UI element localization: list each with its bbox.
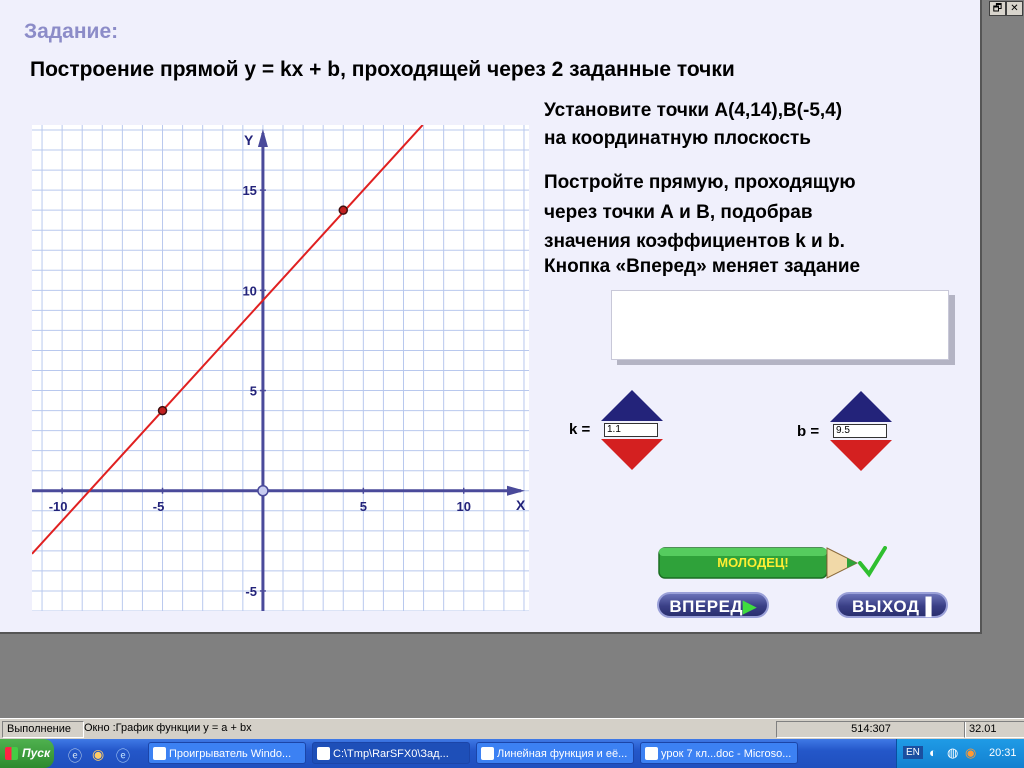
forward-button-label: ВПЕРЕД (669, 597, 744, 616)
clock: 20:31 (989, 747, 1017, 759)
browser-icon[interactable]: ⓔ (116, 746, 130, 766)
app-icon (317, 747, 330, 760)
forward-button[interactable]: ВПЕРЕД▶ (657, 592, 769, 618)
task-title: Построение прямой y = kx + b, проходящей… (30, 58, 735, 81)
task-label: Проигрыватель Windo... (169, 748, 292, 760)
status-mode: Выполнение (2, 721, 84, 738)
arrow-right-icon: ▶ (743, 597, 757, 616)
instruction-line-1: Установите точки А(4,14),В(-5,4) (544, 100, 843, 121)
k-increase-button[interactable] (601, 390, 663, 421)
checkmark-icon (858, 546, 887, 578)
origin-marker[interactable] (257, 485, 269, 497)
y-tick-label: 15 (242, 183, 256, 198)
task-label: Линейная функция и её... (497, 748, 628, 760)
volume-icon[interactable]: ◐ (929, 745, 937, 760)
restore-button[interactable]: 🗗 (989, 1, 1006, 16)
task-label: Задание: (24, 20, 119, 43)
start-button[interactable]: Пуск (0, 739, 54, 768)
pencil-text: МОЛОДЕЦ! (717, 555, 788, 570)
x-tick-label: 10 (457, 499, 471, 514)
k-input[interactable] (604, 423, 658, 437)
status-version: 32.01 (964, 721, 1024, 738)
media-player-icon (153, 747, 166, 760)
grid (32, 125, 529, 611)
internet-explorer-icon[interactable]: ⓔ (68, 746, 82, 766)
exit-button[interactable]: ВЫХОД▐ (836, 592, 948, 618)
antivirus-icon[interactable]: ◉ (965, 745, 976, 761)
points[interactable] (157, 205, 349, 497)
network-icon[interactable]: ◍ (947, 745, 958, 761)
instruction-line-2: на координатную плоскость (544, 128, 811, 149)
taskbar: Пуск ⓔ ◉ ⓔ Проигрыватель Windo... C:\Tmp… (0, 739, 1024, 768)
b-input[interactable] (833, 424, 887, 438)
y-tick-label: 5 (250, 384, 257, 399)
word-icon (645, 747, 658, 760)
y-axis-label: Y (244, 132, 254, 148)
y-axis-arrow-icon (257, 129, 268, 147)
task-tmp-folder[interactable]: C:\Tmp\RarSFX0\Зад... (312, 742, 470, 764)
status-bar: Выполнение Окно :График функции y = a + … (0, 718, 1024, 739)
y-tick-label: 10 (242, 283, 256, 298)
exit-button-label: ВЫХОД (852, 597, 920, 616)
x-axis-label: X (516, 497, 526, 513)
plotted-point[interactable] (157, 405, 168, 416)
k-decrease-button[interactable] (601, 439, 663, 470)
task-word-doc-1[interactable]: Линейная функция и её... (476, 742, 634, 764)
axes (32, 129, 525, 611)
application-window: Задание: Построение прямой y = kx + b, п… (0, 0, 982, 634)
b-label: b = (797, 423, 820, 440)
language-indicator[interactable]: EN (903, 746, 923, 759)
task-media-player[interactable]: Проигрыватель Windo... (148, 742, 306, 764)
b-decrease-button[interactable] (830, 440, 892, 471)
door-icon: ▐ (919, 597, 932, 616)
y-tick-label: -5 (245, 584, 257, 599)
status-coords: 514:307 (776, 721, 966, 738)
system-tray: EN ◐ ◍ ◉ 20:31 (896, 739, 1024, 768)
success-pencil: МОЛОДЕЦ! (658, 546, 887, 579)
x-axis-arrow-icon (507, 485, 525, 496)
answer-box (611, 290, 949, 360)
x-tick-label: -5 (153, 499, 165, 514)
close-button[interactable]: ✕ (1006, 1, 1023, 16)
instruction-line-4: через точки А и В, подобрав (544, 202, 813, 223)
x-tick-label: 5 (360, 499, 367, 514)
k-label: k = (569, 421, 591, 438)
plotted-point[interactable] (338, 205, 349, 215)
instruction-line-5: значения коэффициентов k и b. (544, 231, 845, 252)
windows-logo-icon (5, 747, 18, 760)
x-tick-label: -10 (49, 499, 68, 514)
status-window-text: Окно :График функции y = a + bx (84, 722, 252, 734)
word-icon (481, 747, 494, 760)
instruction-line-3: Постройте прямую, проходящую (544, 172, 856, 193)
task-label: урок 7 кл...doc - Microso... (661, 748, 792, 760)
media-player-icon[interactable]: ◉ (92, 746, 104, 763)
start-label: Пуск (22, 746, 51, 760)
instruction-line-6: Кнопка «Вперед» меняет задание (544, 256, 861, 277)
b-increase-button[interactable] (830, 391, 892, 422)
task-word-doc-2[interactable]: урок 7 кл...doc - Microso... (640, 742, 798, 764)
coordinate-plane[interactable]: -10 -5 5 10 15 10 5 -5 Y X (32, 125, 529, 611)
task-label: C:\Tmp\RarSFX0\Зад... (333, 748, 449, 760)
